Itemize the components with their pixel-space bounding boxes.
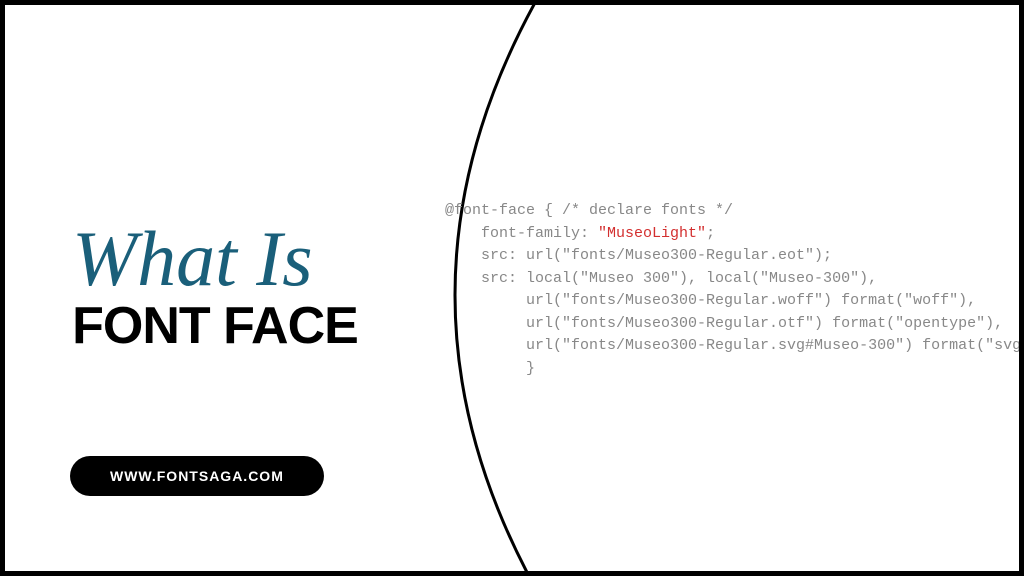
main-container: What Is FONT FACE WWW.FONTSAGA.COM @font… xyxy=(0,0,1024,576)
code-line-3: src: url("fonts/Museo300-Regular.eot"); xyxy=(445,245,1024,268)
code-highlight: "MuseoLight" xyxy=(598,225,706,242)
title-group: What Is FONT FACE xyxy=(72,224,358,351)
title-bold: FONT FACE xyxy=(72,300,358,352)
code-line-4: src: local("Museo 300"), local("Museo-30… xyxy=(445,268,1024,291)
code-line-5: url("fonts/Museo300-Regular.woff") forma… xyxy=(445,290,1024,313)
code-line-6: url("fonts/Museo300-Regular.otf") format… xyxy=(445,313,1024,336)
code-line-7: url("fonts/Museo300-Regular.svg#Museo-30… xyxy=(445,335,1024,358)
code-line-2: font-family: "MuseoLight"; xyxy=(445,223,1024,246)
url-badge: WWW.FONTSAGA.COM xyxy=(70,456,324,496)
code-block: @font-face { /* declare fonts */ font-fa… xyxy=(445,200,1024,380)
title-script: What Is xyxy=(72,224,358,294)
code-line-1: @font-face { /* declare fonts */ xyxy=(445,200,1024,223)
code-line-8: } xyxy=(445,358,1024,381)
